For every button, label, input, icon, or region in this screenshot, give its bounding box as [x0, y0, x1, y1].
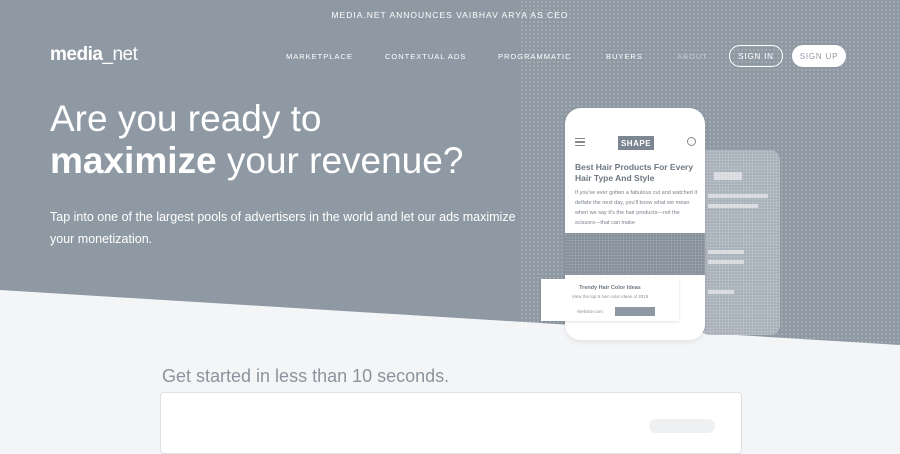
sign-in-button[interactable]: SIGN IN [729, 45, 783, 67]
nav-contextual-ads[interactable]: CONTEXTUAL ADS [385, 52, 466, 61]
phone-mockup-back [700, 150, 780, 335]
hero-lead-text: Tap into one of the largest pools of adv… [50, 210, 516, 246]
article-image [565, 233, 705, 275]
hero-headline: Are you ready to maximize your revenue? [50, 98, 463, 182]
native-ad-card: Trendy Hair Color Ideas View the top 5 h… [541, 279, 679, 321]
article-body: If you've ever gotten a fabulous cut and… [575, 190, 698, 226]
nav-marketplace[interactable]: MARKETPLACE [286, 52, 353, 61]
nav-programmatic[interactable]: PROGRAMMATIC [498, 52, 572, 61]
nav-about[interactable]: ABOUT [677, 52, 708, 61]
back-phone-badge [714, 172, 742, 180]
ad-cta-button [615, 307, 655, 316]
get-started-heading: Get started in less than 10 seconds. [162, 366, 450, 386]
ad-link: Website.com [577, 309, 603, 314]
form-submit-button[interactable] [649, 419, 715, 433]
hamburger-menu-icon [575, 138, 585, 146]
announcement-bar[interactable]: MEDIA.NET ANNOUNCES VAIBHAV ARYA AS CEO [0, 10, 900, 20]
headline-rest: your revenue? [216, 140, 464, 181]
article-title: Best Hair Products For Every Hair Type A… [575, 162, 694, 183]
back-phone-line [708, 204, 758, 208]
headline-line-1: Are you ready to [50, 98, 322, 139]
back-phone-line [708, 290, 734, 294]
headline-bold-word: maximize [50, 140, 217, 181]
sign-up-button[interactable]: SIGN UP [792, 45, 846, 67]
ad-subtitle: View the top 5 hair color ideas of 2019 [571, 294, 649, 299]
back-phone-line [708, 260, 744, 264]
headline-line-2: maximize your revenue? [50, 140, 463, 182]
back-phone-line [708, 194, 768, 198]
signup-form-card [160, 392, 742, 454]
shape-brand-badge: SHAPE [618, 136, 654, 150]
ad-title: Trendy Hair Color Ideas [579, 285, 641, 291]
back-phone-line [708, 250, 744, 254]
nav-buyers[interactable]: BUYERS [606, 52, 643, 61]
search-icon [687, 137, 696, 146]
